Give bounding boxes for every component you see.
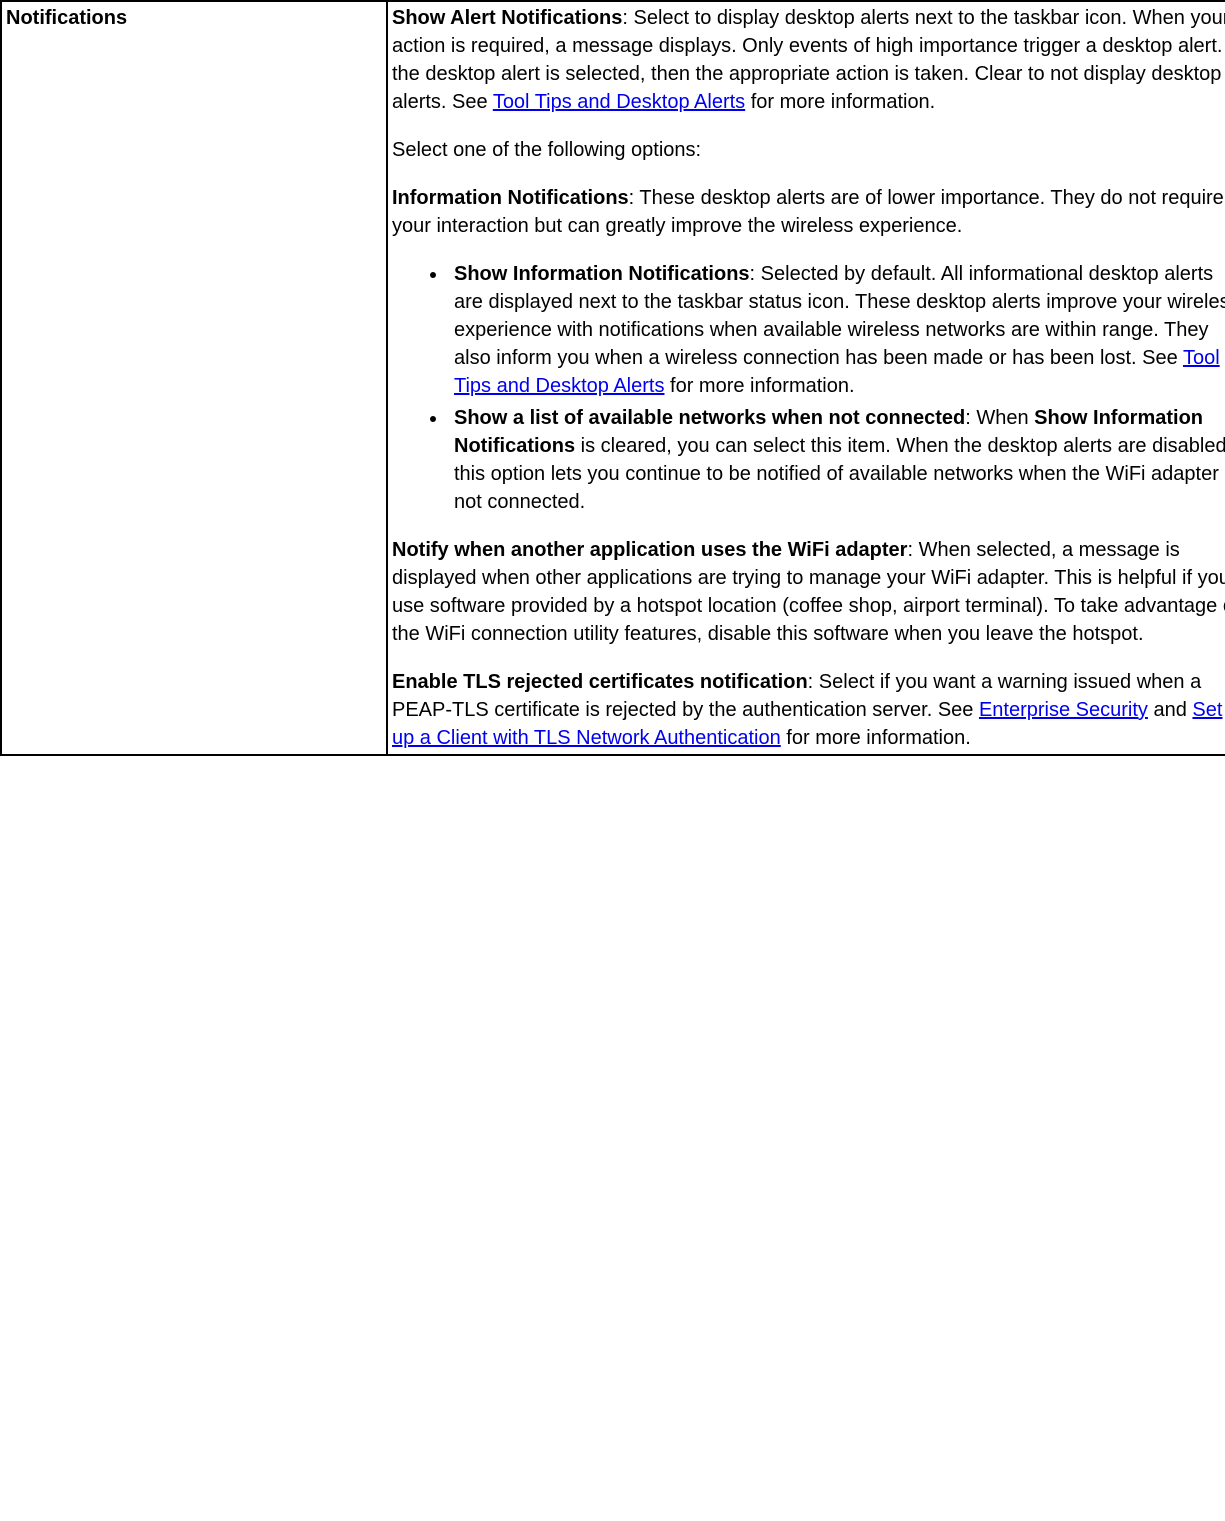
list-item: Show Information Notifications: Selected… (448, 260, 1225, 400)
tool-tips-link-1[interactable]: Tool Tips and Desktop Alerts (493, 91, 745, 113)
show-info-text-2: for more information. (664, 375, 854, 397)
show-list-heading: Show a list of available networks when n… (454, 407, 965, 429)
list-item: Show a list of available networks when n… (448, 404, 1225, 516)
show-alert-heading: Show Alert Notifications (392, 7, 622, 29)
enable-tls-heading: Enable TLS rejected certificates notific… (392, 671, 808, 693)
enable-tls-text-2: for more information. (781, 727, 971, 749)
notifications-table: Notifications Show Alert Notifications: … (0, 0, 1225, 756)
info-notifications-heading: Information Notifications (392, 187, 629, 209)
row-content-cell: Show Alert Notifications: Select to disp… (387, 1, 1225, 755)
info-notifications-list: Show Information Notifications: Selected… (392, 260, 1225, 516)
show-info-heading: Show Information Notifications (454, 263, 750, 285)
enterprise-security-link[interactable]: Enterprise Security (979, 699, 1148, 721)
row-header-cell: Notifications (1, 1, 387, 755)
row-header-text: Notifications (6, 7, 127, 29)
show-alert-paragraph: Show Alert Notifications: Select to disp… (392, 4, 1225, 116)
notify-adapter-heading: Notify when another application uses the… (392, 539, 907, 561)
select-options-paragraph: Select one of the following options: (392, 136, 1225, 164)
show-list-text-1: : When (965, 407, 1034, 429)
enable-tls-paragraph: Enable TLS rejected certificates notific… (392, 668, 1225, 752)
info-notifications-paragraph: Information Notifications: These desktop… (392, 184, 1225, 240)
notify-adapter-paragraph: Notify when another application uses the… (392, 536, 1225, 648)
enable-tls-mid: and (1148, 699, 1192, 721)
show-alert-text-2: for more information. (745, 91, 935, 113)
